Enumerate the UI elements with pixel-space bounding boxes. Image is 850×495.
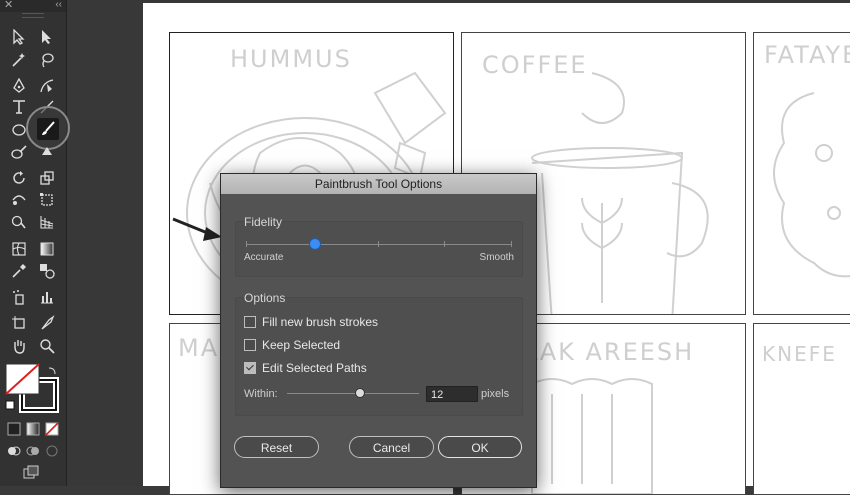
fatayer-sketch — [773, 92, 850, 278]
hand-tool-icon[interactable] — [10, 337, 28, 355]
fidelity-max-label: Smooth — [479, 252, 514, 263]
draw-inside-icon[interactable] — [43, 442, 61, 460]
within-pixels-input[interactable]: 12 — [426, 386, 478, 402]
within-slider-knob[interactable] — [354, 388, 365, 398]
selection-tool-icon[interactable] — [10, 28, 28, 46]
slice-tool-icon[interactable] — [38, 314, 56, 332]
fill-new-brush-strokes-option[interactable]: Fill new brush strokes — [244, 315, 378, 329]
perspective-grid-tool-icon[interactable] — [38, 213, 56, 231]
fidelity-group — [235, 221, 523, 277]
panel-title-knefe: KNEFE — [762, 342, 837, 366]
fidelity-label: Fidelity — [244, 215, 283, 229]
artboard-tool-icon[interactable] — [10, 314, 28, 332]
magic-wand-tool-icon[interactable] — [10, 51, 28, 69]
paintbrush-tool-icon[interactable] — [37, 118, 59, 140]
free-transform-tool-icon[interactable] — [38, 191, 56, 209]
tools-panel-header: ✕ ‹‹ — [0, 0, 66, 12]
keep-selected-label: Keep Selected — [262, 338, 341, 352]
fidelity-tick — [378, 241, 379, 247]
screen-mode-icon[interactable] — [22, 464, 40, 482]
none-mode-icon[interactable] — [43, 420, 61, 438]
shape-builder-tool-icon[interactable] — [10, 213, 28, 231]
eyedropper-tool-icon[interactable] — [10, 262, 28, 280]
gradient-tool-icon[interactable] — [38, 240, 56, 258]
within-label: Within: — [244, 388, 278, 400]
pen-tool-icon[interactable] — [10, 77, 28, 95]
close-icon[interactable]: ✕ — [4, 0, 13, 11]
type-tool-icon[interactable] — [10, 98, 28, 116]
options-label: Options — [244, 291, 286, 305]
within-slider-track[interactable] — [287, 393, 419, 394]
eraser-tool-icon[interactable] — [38, 142, 56, 160]
symbol-sprayer-tool-icon[interactable] — [10, 288, 28, 306]
blend-tool-icon[interactable] — [38, 262, 56, 280]
keep-selected-option[interactable]: Keep Selected — [244, 338, 340, 352]
scale-tool-icon[interactable] — [38, 169, 56, 187]
draw-normal-icon[interactable] — [5, 442, 23, 460]
fill-new-brush-strokes-checkbox[interactable] — [244, 316, 256, 328]
within-unit-label: pixels — [481, 388, 510, 400]
dialog-title[interactable]: Paintbrush Tool Options — [221, 174, 536, 194]
reset-button[interactable]: Reset — [234, 436, 319, 458]
fidelity-min-label: Accurate — [244, 252, 284, 263]
rotate-tool-icon[interactable] — [10, 169, 28, 187]
fill-color-mode-icon[interactable] — [5, 420, 23, 438]
column-graph-tool-icon[interactable] — [38, 288, 56, 306]
artboard-panel-fatayer[interactable]: FATAYER — [753, 32, 850, 315]
edit-selected-paths-label: Edit Selected Paths — [262, 361, 367, 375]
shaper-tool-icon[interactable] — [10, 143, 28, 161]
zoom-tool-icon[interactable] — [38, 337, 56, 355]
curvature-tool-icon[interactable] — [38, 77, 56, 95]
edit-selected-paths-option[interactable]: Edit Selected Paths — [244, 361, 367, 375]
fidelity-tick — [511, 241, 512, 247]
draw-behind-icon[interactable] — [24, 442, 42, 460]
collapse-icon[interactable]: ‹‹ — [55, 0, 62, 10]
puppet-warp-tool-icon[interactable] — [10, 191, 28, 209]
drag-grip[interactable] — [22, 13, 44, 18]
fill-stroke-swatches[interactable] — [5, 363, 63, 415]
tools-panel: ✕ ‹‹ — [0, 0, 70, 486]
fill-new-brush-strokes-label: Fill new brush strokes — [262, 315, 379, 329]
cancel-button[interactable]: Cancel — [349, 436, 434, 458]
fidelity-tick — [444, 241, 445, 247]
artboard-panel-knefe[interactable]: KNEFE — [753, 323, 850, 495]
gradient-mode-icon[interactable] — [24, 420, 42, 438]
ok-button[interactable]: OK — [438, 436, 522, 458]
paintbrush-tool-options-dialog: Paintbrush Tool Options Fidelity Accurat… — [220, 173, 537, 488]
mesh-tool-icon[interactable] — [10, 240, 28, 258]
fidelity-slider-track[interactable] — [246, 244, 512, 245]
edit-selected-paths-checkbox[interactable] — [244, 362, 256, 374]
keep-selected-checkbox[interactable] — [244, 339, 256, 351]
lasso-tool-icon[interactable] — [38, 51, 56, 69]
direct-selection-tool-icon[interactable] — [38, 28, 56, 46]
fidelity-tick — [246, 241, 247, 247]
